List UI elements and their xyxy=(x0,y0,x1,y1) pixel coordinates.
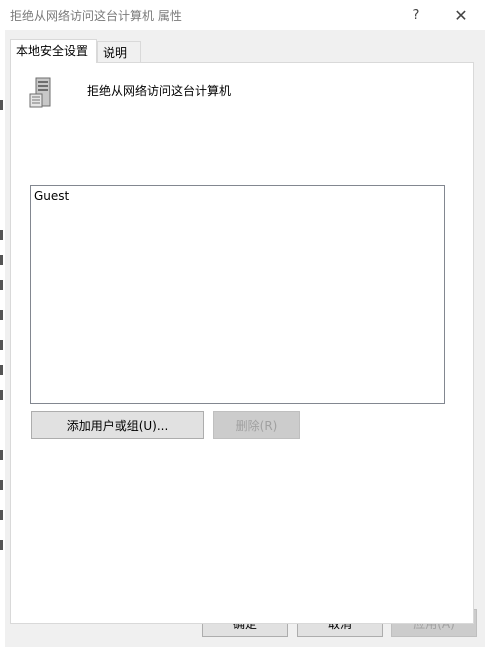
title-bar[interactable]: 拒绝从网络访问这台计算机 属性 ? ✕ xyxy=(0,0,485,30)
members-listbox[interactable]: Guest xyxy=(30,185,445,404)
server-icon xyxy=(29,77,51,108)
list-item[interactable]: Guest xyxy=(34,189,69,203)
window-title: 拒绝从网络访问这台计算机 属性 xyxy=(10,9,182,23)
close-button[interactable]: ✕ xyxy=(441,0,481,30)
tab-panel: 拒绝从网络访问这台计算机 Guest 添加用户或组(U)... 删除(R) xyxy=(10,62,474,624)
remove-button[interactable]: 删除(R) xyxy=(213,411,300,439)
add-user-or-group-button[interactable]: 添加用户或组(U)... xyxy=(31,411,204,439)
help-icon: ? xyxy=(412,7,420,23)
tab-explain[interactable]: 说明 xyxy=(97,41,141,63)
help-button[interactable]: ? xyxy=(396,0,436,30)
tab-local-security-setting[interactable]: 本地安全设置 xyxy=(10,39,97,63)
dialog-client-area: 本地安全设置 说明 拒绝从网络访问这台计算机 Guest 添加用户或组(U)..… xyxy=(5,30,485,647)
policy-name: 拒绝从网络访问这台计算机 xyxy=(87,84,232,98)
close-icon: ✕ xyxy=(454,5,468,25)
